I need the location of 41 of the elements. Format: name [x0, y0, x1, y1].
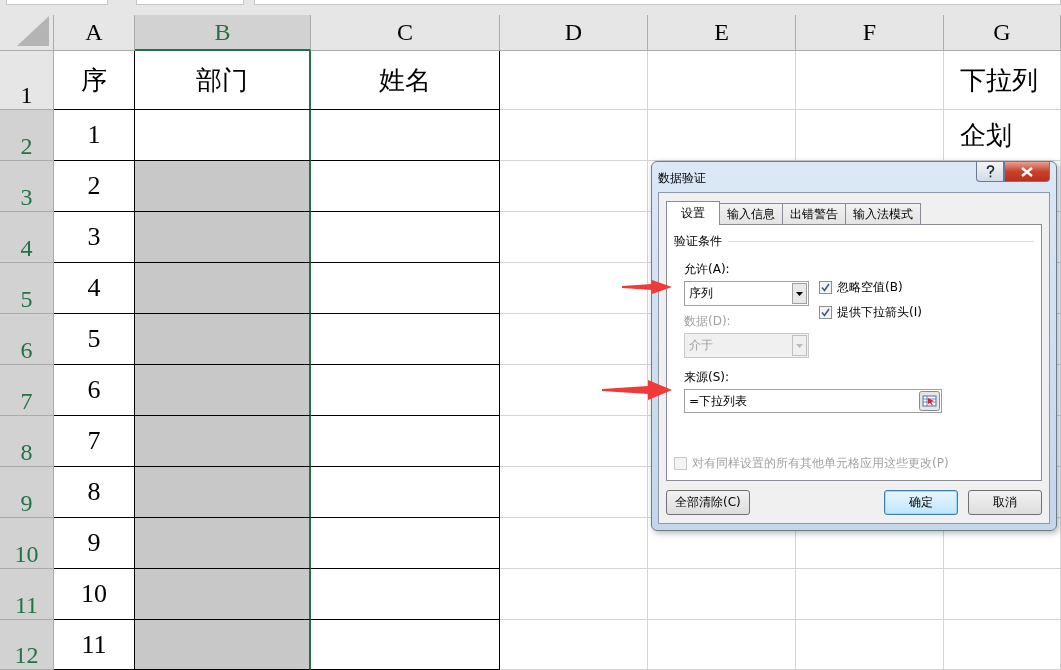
field-label: 允许(A): — [684, 261, 731, 278]
tab[interactable]: 出错警告 — [782, 203, 846, 224]
table-cell: 姓名 — [311, 51, 500, 110]
row-header[interactable]: 10 — [0, 518, 54, 569]
row-header[interactable]: 4 — [0, 212, 54, 263]
column-header[interactable]: A — [54, 15, 135, 51]
tab[interactable]: 输入信息 — [719, 203, 783, 224]
row-header[interactable]: 6 — [0, 314, 54, 365]
row-header[interactable]: 3 — [0, 161, 54, 212]
table-cell: 序 — [54, 51, 135, 110]
table-cell: 下拉列 — [944, 51, 1061, 110]
row-header[interactable]: 8 — [0, 416, 54, 467]
checkbox-label: 提供下拉箭头(I) — [837, 304, 922, 321]
column-header[interactable]: G — [944, 15, 1061, 51]
row-header[interactable]: 11 — [0, 569, 54, 620]
row-header[interactable]: 9 — [0, 467, 54, 518]
row-header[interactable]: 5 — [0, 263, 54, 314]
field-label: 来源(S): — [683, 369, 731, 386]
column-header[interactable]: D — [500, 15, 648, 51]
table-cell: 部门 — [135, 51, 311, 110]
column-header[interactable]: B — [135, 15, 311, 51]
tab[interactable]: 设置 — [666, 201, 720, 225]
row-header[interactable]: 1 — [0, 51, 54, 110]
row-header[interactable]: 7 — [0, 365, 54, 416]
dialog-title: 数据验证 — [658, 170, 706, 187]
column-header[interactable]: E — [648, 15, 796, 51]
column-header[interactable]: F — [796, 15, 944, 51]
table-cell: 1 — [54, 110, 135, 161]
section-title: 验证条件 — [674, 233, 722, 250]
row-header[interactable]: 12 — [0, 620, 54, 670]
field-label: 数据(D): — [684, 313, 732, 330]
clear-all-button[interactable]: 全部清除(C) — [666, 490, 750, 515]
checkbox-label: 对有同样设置的所有其他单元格应用这些更改(P) — [692, 455, 949, 472]
tab[interactable]: 输入法模式 — [845, 203, 921, 224]
ok-button[interactable]: 确定 — [884, 490, 958, 515]
source-field[interactable]: =下拉列表 — [684, 389, 942, 413]
checkbox-label: 忽略空值(B) — [837, 279, 903, 296]
column-header[interactable]: C — [311, 15, 500, 51]
dropdown[interactable]: 序列 — [684, 281, 809, 306]
cancel-button[interactable]: 取消 — [968, 490, 1042, 515]
row-header[interactable]: 2 — [0, 110, 54, 161]
